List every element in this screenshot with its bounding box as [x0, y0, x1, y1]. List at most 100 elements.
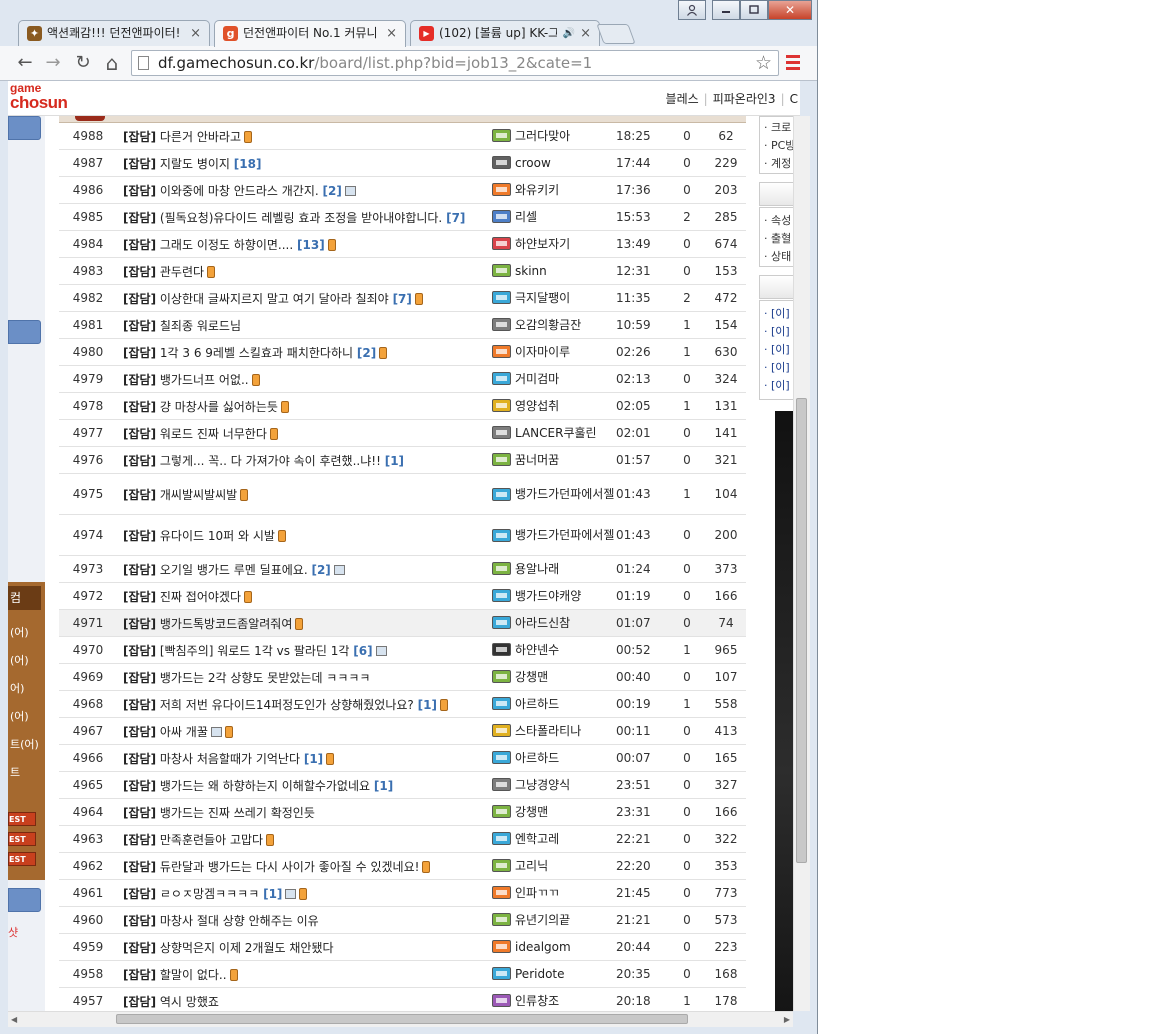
author-name[interactable]: 그러다맞아 [515, 129, 570, 143]
left-menu-item[interactable]: (어) [10, 652, 29, 668]
table-row[interactable]: 4979 [잡담] 뱅가드너프 어없.. 거미검마 02:13 0 324 [59, 365, 746, 393]
tab-close-icon[interactable]: × [386, 21, 397, 46]
post-title[interactable]: 이와중에 마창 안드라스 개간지. [160, 184, 319, 198]
link-more[interactable]: C [790, 92, 798, 106]
post-subject[interactable]: [잡담] 할말이 없다.. [117, 960, 492, 988]
post-author[interactable]: 강챙맨 [492, 798, 616, 826]
table-row[interactable]: 4962 [잡담] 듀란달과 뱅가드는 다시 사이가 좋아질 수 있겠네요! 고리닉… [59, 852, 746, 880]
post-title[interactable]: 뱅가드는 진짜 쓰레기 확정인듯 [160, 806, 315, 820]
author-name[interactable]: 이자마이루 [515, 345, 570, 359]
author-name[interactable]: croow [515, 156, 551, 170]
tab-close-icon[interactable]: × [580, 21, 591, 46]
scroll-right-arrow-icon[interactable]: ▶ [784, 1012, 790, 1027]
link-fifa-online3[interactable]: 피파온라인3 [713, 92, 776, 106]
comment-count[interactable]: [13] [297, 238, 325, 252]
author-name[interactable]: 인류창조 [515, 994, 559, 1008]
horizontal-scroll-thumb[interactable] [116, 1014, 688, 1024]
table-row[interactable]: 4986 [잡담] 이와중에 마창 안드라스 개간지. [2] 와유키키 17:36 0… [59, 176, 746, 204]
post-title[interactable]: 뱅가드는 2각 상향도 못받았는데 ㅋㅋㅋㅋ [160, 671, 371, 685]
post-title[interactable]: 아싸 개꿀 [160, 725, 208, 739]
post-subject[interactable]: [잡담] 오기일 뱅가드 루멘 딜표에요. [2] [117, 555, 492, 583]
table-row[interactable]: 4967 [잡담] 아싸 개꿀 스타폴라티나 00:11 0 413 [59, 717, 746, 745]
post-title[interactable]: 마창사 절대 상향 안해주는 이유 [160, 914, 319, 928]
comment-count[interactable]: [1] [418, 698, 437, 712]
table-row[interactable]: 4963 [잡담] 만족훈련들아 고맙다 엔학고레 22:21 0 322 [59, 825, 746, 853]
post-title[interactable]: 그래도 이정도 하향이면.... [160, 238, 293, 252]
post-title[interactable]: 그렇게... 꼭.. 다 가져가야 속이 후련했..냐!! [160, 454, 381, 468]
table-row[interactable]: 4964 [잡담] 뱅가드는 진짜 쓰레기 확정인듯 강챙맨 23:31 0 166 [59, 798, 746, 826]
post-subject[interactable]: [잡담] 다른거 안바라고 [117, 123, 492, 150]
post-author[interactable]: 용알나래 [492, 555, 616, 583]
table-row[interactable]: 4959 [잡담] 상향먹은지 이제 2개월도 채안됐다 idealgom 20:44… [59, 933, 746, 961]
table-row[interactable]: 4980 [잡담] 1각 3 6 9레벨 스킬효과 패치한다하니 [2] 이자마이루… [59, 338, 746, 366]
post-title[interactable]: 만족훈련들아 고맙다 [160, 833, 263, 847]
author-name[interactable]: 강챙맨 [515, 805, 548, 819]
post-author[interactable]: 와유키키 [492, 176, 616, 204]
table-row[interactable]: 4978 [잡담] 걍 마창사를 싫어하는듯 영양섭취 02:05 1 131 [59, 392, 746, 420]
author-name[interactable]: 아르하드 [515, 697, 559, 711]
author-name[interactable]: 하얀넨수 [515, 643, 559, 657]
author-name[interactable]: 유년기의끝 [515, 913, 570, 927]
comment-count[interactable]: [7] [446, 211, 465, 225]
comment-count[interactable]: [1] [374, 779, 393, 793]
post-title[interactable]: 상향먹은지 이제 2개월도 채안됐다 [160, 941, 334, 955]
scroll-left-arrow-icon[interactable]: ◀ [11, 1012, 17, 1027]
best-badge[interactable]: EST [8, 832, 36, 846]
table-row[interactable]: 4968 [잡담] 저희 저번 유다이드14퍼정도인가 상향해줬었나요? [1] 아… [59, 690, 746, 718]
table-row[interactable]: 4957 [잡담] 역시 망했죠 인류창조 20:18 1 178 [59, 987, 746, 1011]
table-row[interactable]: 4988 [잡담] 다른거 안바라고 그러다맞아 18:25 0 62 [59, 123, 746, 150]
tab-gamechosun[interactable]: g 던전앤파이터 No.1 커뮤니 × [214, 20, 406, 47]
vertical-scrollbar[interactable] [793, 116, 810, 1011]
post-author[interactable]: 리셀 [492, 203, 616, 231]
table-row[interactable]: 4969 [잡담] 뱅가드는 2각 상향도 못받았는데 ㅋㅋㅋㅋ 강챙맨 00:40 0… [59, 663, 746, 691]
author-name[interactable]: 고리닉 [515, 859, 548, 873]
maximize-button[interactable] [740, 0, 768, 20]
post-author[interactable]: skinn [492, 257, 616, 285]
post-title[interactable]: 1각 3 6 9레벨 스킬효과 패치한다하니 [160, 346, 353, 360]
vertical-scroll-thumb[interactable] [796, 398, 807, 863]
table-row[interactable]: 4981 [잡담] 칠죄종 워로드님 오감의황금잔 10:59 1 154 [59, 311, 746, 339]
author-name[interactable]: 아르하드 [515, 751, 559, 765]
post-subject[interactable]: [잡담] 칠죄종 워로드님 [117, 311, 492, 339]
post-author[interactable]: 오감의황금잔 [492, 311, 616, 339]
horizontal-scrollbar[interactable]: ◀ ▶ [8, 1011, 793, 1027]
post-author[interactable]: 뱅가드가던파에서젤 [492, 473, 616, 515]
post-author[interactable]: 거미검마 [492, 365, 616, 393]
author-name[interactable]: 영양섭취 [515, 399, 559, 413]
post-author[interactable]: 하얀보자기 [492, 230, 616, 258]
left-red-link[interactable]: 샷 [8, 924, 18, 940]
post-subject[interactable]: [잡담] 마창사 절대 상향 안해주는 이유 [117, 906, 492, 934]
author-name[interactable]: 강챙맨 [515, 670, 548, 684]
post-author[interactable]: 이자마이루 [492, 338, 616, 366]
close-window-button[interactable]: ✕ [768, 0, 812, 20]
post-title[interactable]: 듀란달과 뱅가드는 다시 사이가 좋아질 수 있겠네요! [160, 860, 420, 874]
post-author[interactable]: 그냥경양식 [492, 771, 616, 799]
post-subject[interactable]: [잡담] 1각 3 6 9레벨 스킬효과 패치한다하니 [2] [117, 338, 492, 366]
comment-count[interactable]: [6] [353, 644, 372, 658]
table-row[interactable]: 4983 [잡담] 관두련다 skinn 12:31 0 153 [59, 257, 746, 285]
left-menu-item[interactable]: (어) [10, 624, 29, 640]
comment-count[interactable]: [18] [234, 157, 262, 171]
post-subject[interactable]: [잡담] 저희 저번 유다이드14퍼정도인가 상향해줬었나요? [1] [117, 690, 492, 718]
post-title[interactable]: 이상한대 글싸지르지 말고 여기 달아라 칠죄야 [160, 292, 389, 306]
table-row[interactable]: 4970 [잡담] [빡침주의] 워로드 1각 vs 팔라딘 1각 [6] 하얀넨수… [59, 636, 746, 664]
post-author[interactable]: 인파ㄲㄲ [492, 879, 616, 907]
author-name[interactable]: 뱅가드야캐양 [515, 589, 581, 603]
author-name[interactable]: 엔학고레 [515, 832, 559, 846]
post-author[interactable]: 아라드신참 [492, 609, 616, 637]
post-subject[interactable]: [잡담] 그래도 이정도 하향이면.... [13] [117, 230, 492, 258]
author-name[interactable]: 그냥경양식 [515, 778, 570, 792]
comment-count[interactable]: [1] [304, 752, 323, 766]
author-name[interactable]: 스타폴라티나 [515, 724, 581, 738]
post-author[interactable]: 뱅가드야캐양 [492, 582, 616, 610]
author-name[interactable]: 꿈너머꿈 [515, 453, 559, 467]
table-row[interactable]: 4958 [잡담] 할말이 없다.. Peridote 20:35 0 168 [59, 960, 746, 988]
post-author[interactable]: croow [492, 149, 616, 177]
table-row[interactable]: 4974 [잡담] 유다이드 10퍼 와 시발 뱅가드가던파에서젤 01:43 0 200 [59, 514, 746, 556]
post-subject[interactable]: [잡담] (필독요청)유다이드 레벨링 효과 조정을 받아내야합니다. [7] [117, 203, 492, 231]
post-title[interactable]: 마창사 처음할때가 기억난다 [160, 752, 300, 766]
author-name[interactable]: 거미검마 [515, 372, 559, 386]
post-title[interactable]: 할말이 없다.. [160, 968, 227, 982]
home-button[interactable]: ⌂ [101, 52, 123, 74]
post-subject[interactable]: [잡담] 개씨발씨발씨발 [117, 473, 492, 515]
